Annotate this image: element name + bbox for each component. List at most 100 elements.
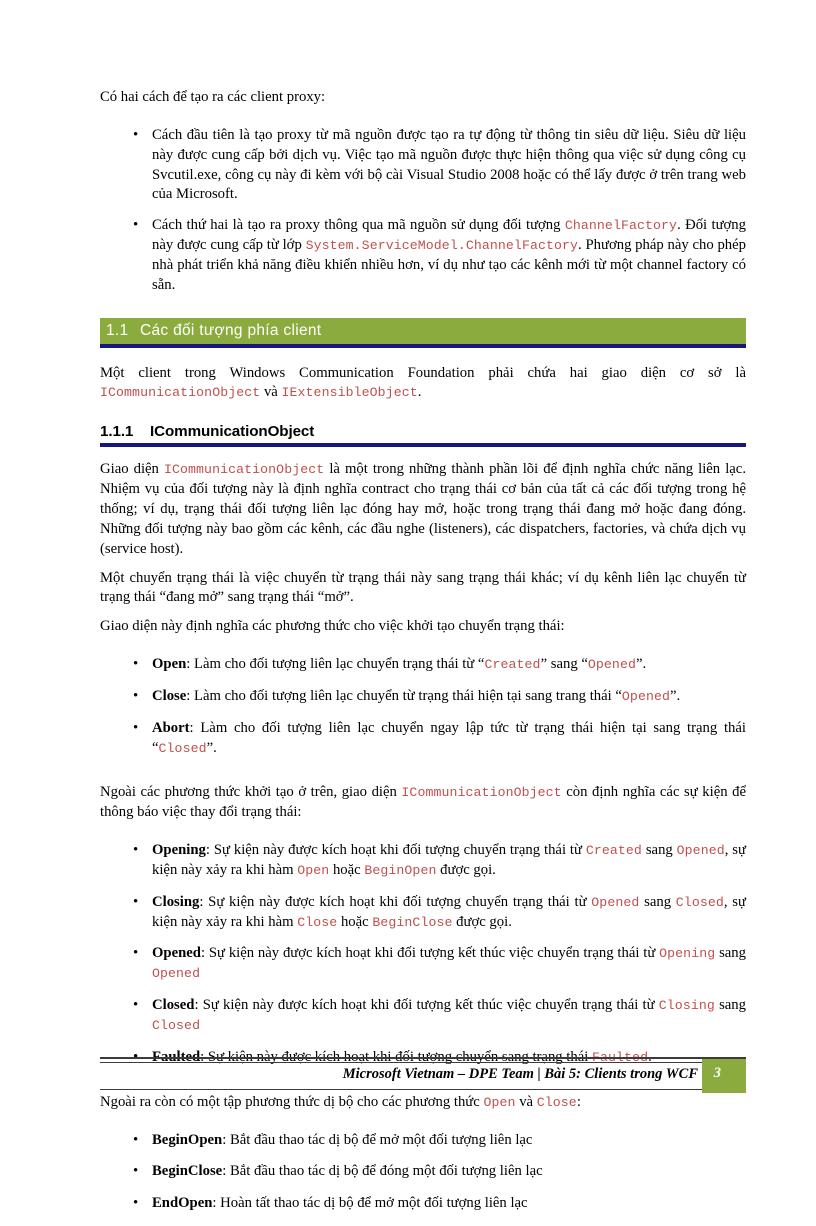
text-run: . [417, 384, 422, 401]
text-run: : Sự kiện này được kích hoạt khi đối tượ… [194, 997, 659, 1014]
subsection-paragraph: Giao diện ICommunicationObject là một tr… [100, 460, 746, 559]
bullet-item: Closing: Sự kiện này được kích hoạt khi … [100, 892, 746, 933]
text-run: Một client trong Windows Communication F… [100, 364, 746, 381]
section-heading-number: 1.1 [106, 321, 129, 339]
text-run: : Làm cho đối tượng liên lạc chuyển trạn… [186, 656, 485, 673]
events-intro-paragraph: Ngoài các phương thức khởi tạo ở trên, g… [100, 783, 746, 823]
code-token: Opened [621, 688, 671, 704]
text-run: Ngoài ra còn có một tập phương thức dị b… [100, 1093, 484, 1110]
text-run: ” sang “ [540, 656, 588, 673]
subsection-paragraph: Giao diện này định nghĩa các phương thức… [100, 617, 746, 637]
code-token: Opened [152, 966, 201, 982]
code-token: Closing [658, 998, 715, 1014]
text-run: sang [715, 945, 746, 962]
subsection-heading-rule [100, 443, 746, 448]
bullet-item: Opening: Sự kiện này được kích hoạt khi … [100, 840, 746, 881]
subsection-heading: 1.1.1 ICommunicationObject [100, 423, 746, 440]
code-token: ICommunicationObject [401, 785, 562, 801]
text-run: ”. [670, 687, 681, 704]
bullet-item: Open: Làm cho đối tượng liên lạc chuyển … [100, 654, 746, 675]
subsection-paragraph: Một chuyển trạng thái là việc chuyển từ … [100, 569, 746, 609]
async-intro-paragraph: Ngoài ra còn có một tập phương thức dị b… [100, 1093, 746, 1113]
term-label: EndOpen [152, 1195, 213, 1212]
term-label: Open [152, 656, 187, 673]
bullet-item: Cách thứ hai là tạo ra proxy thông qua m… [100, 215, 746, 295]
text-run: ”. [206, 739, 217, 756]
text-run: : Làm cho đối tượng liên lạc chuyển từ t… [186, 687, 622, 704]
footer-page-number-box [702, 1059, 746, 1093]
text-run: ”. [635, 656, 647, 673]
code-token: BeginClose [372, 914, 453, 930]
code-token: ICommunicationObject [100, 385, 261, 401]
code-token: Closed [158, 740, 207, 756]
term-label: Closed [152, 997, 195, 1014]
footer-body: Microsoft Vietnam – DPE Team | Bài 5: Cl… [100, 1059, 746, 1093]
section-heading-rule [100, 343, 746, 348]
page-footer: Microsoft Vietnam – DPE Team | Bài 5: Cl… [100, 1057, 746, 1093]
footer-page-number: 3 [713, 1065, 721, 1081]
text-run: sang [641, 842, 677, 859]
code-token: ICommunicationObject [163, 462, 325, 478]
text-run: Cách thứ hai là tạo ra proxy thông qua m… [152, 217, 565, 234]
code-token: Opened [587, 657, 636, 673]
bullet-item: Close: Làm cho đối tượng liên lạc chuyển… [100, 686, 746, 707]
text-run: : Bắt đầu thao tác dị bộ để mở một đối t… [222, 1131, 533, 1148]
code-token: IExtensibleObject [281, 385, 418, 401]
intro-lead-paragraph: Có hai cách để tạo ra các client proxy: [100, 89, 326, 105]
code-token: Open [297, 862, 330, 878]
bullet-item: BeginClose: Bắt đầu thao tác dị bộ để đó… [100, 1161, 746, 1182]
text-run: : [576, 1093, 581, 1110]
subsection-paragraphs: Giao diện ICommunicationObject là một tr… [100, 460, 746, 637]
text-run: : Sự kiện này được kích hoạt khi đối tượ… [205, 842, 586, 859]
text-run: được gọi. [436, 861, 496, 878]
page-content: Có hai cách để tạo ra các client proxy: … [100, 88, 746, 1226]
text-run: và [260, 384, 282, 401]
code-token: Open [483, 1094, 516, 1110]
subsection-heading-number: 1.1.1 [100, 423, 134, 441]
text-run: : Sự kiện này được kích hoạt khi đối tượ… [200, 945, 660, 962]
bullet-item: Closed: Sự kiện này được kích hoạt khi đ… [100, 995, 746, 1036]
code-token: System.ServiceModel.ChannelFactory [305, 238, 579, 254]
bullet-item: BeginOpen: Bắt đầu thao tác dị bộ để mở … [100, 1130, 746, 1151]
code-token: Close [536, 1094, 577, 1110]
text-run: : Hoàn tất thao tác dị bộ để mở một đối … [212, 1195, 528, 1212]
footer-text: Microsoft Vietnam – DPE Team | Bài 5: Cl… [342, 1066, 698, 1082]
text-run: : Sự kiện này được kích hoạt khi đối tượ… [199, 893, 592, 910]
section-heading-band: 1.1 Các đối tượng phía client [100, 317, 746, 344]
async-bullet-list: BeginOpen: Bắt đầu thao tác dị bộ để mở … [100, 1130, 746, 1215]
text-run: Một chuyển trạng thái là việc chuyển từ … [100, 569, 746, 606]
code-token: Opening [659, 946, 716, 962]
intro-bullet-list: Cách đầu tiên là tạo proxy từ mã nguồn đ… [100, 125, 746, 296]
text-run: Giao diện này định nghĩa các phương thức… [100, 618, 565, 635]
code-token: Close [297, 914, 338, 930]
term-label: Opened [152, 945, 201, 962]
code-token: Created [585, 843, 642, 859]
text-run: hoặc [329, 861, 365, 878]
code-token: Closed [675, 894, 724, 910]
code-token: BeginOpen [364, 862, 437, 878]
term-label: Close [152, 687, 187, 704]
event-bullet-list: Opening: Sự kiện này được kích hoạt khi … [100, 840, 746, 1068]
text-run: Ngoài các phương thức khởi tạo ở trên, g… [100, 784, 402, 801]
method-bullet-list: Open: Làm cho đối tượng liên lạc chuyển … [100, 654, 746, 759]
bullet-item: EndOpen: Hoàn tất thao tác dị bộ để mở m… [100, 1193, 746, 1214]
term-label: Opening [152, 842, 206, 859]
text-run: Giao diện [100, 461, 164, 478]
subsection-heading-title: ICommunicationObject [150, 423, 315, 441]
section-intro-paragraph: Một client trong Windows Communication F… [100, 364, 746, 404]
text-run: hoặc [337, 913, 373, 930]
code-token: ChannelFactory [564, 218, 678, 234]
term-label: BeginClose [152, 1163, 223, 1180]
text-run: : Bắt đầu thao tác dị bộ để đóng một đối… [222, 1163, 543, 1180]
footer-bottom-rule [100, 1089, 746, 1090]
text-run: và [515, 1093, 537, 1110]
code-token: Created [484, 657, 541, 673]
term-label: BeginOpen [152, 1131, 223, 1148]
bullet-item: Cách đầu tiên là tạo proxy từ mã nguồn đ… [100, 125, 746, 205]
text-run: sang [714, 997, 746, 1014]
bullet-item: Abort: Làm cho đối tượng liên lạc chuyển… [100, 718, 746, 759]
document-page: Có hai cách để tạo ra các client proxy: … [0, 0, 816, 1213]
bullet-item: Opened: Sự kiện này được kích hoạt khi đ… [100, 943, 746, 984]
term-label: Closing [152, 893, 200, 910]
code-token: Opened [676, 843, 725, 859]
